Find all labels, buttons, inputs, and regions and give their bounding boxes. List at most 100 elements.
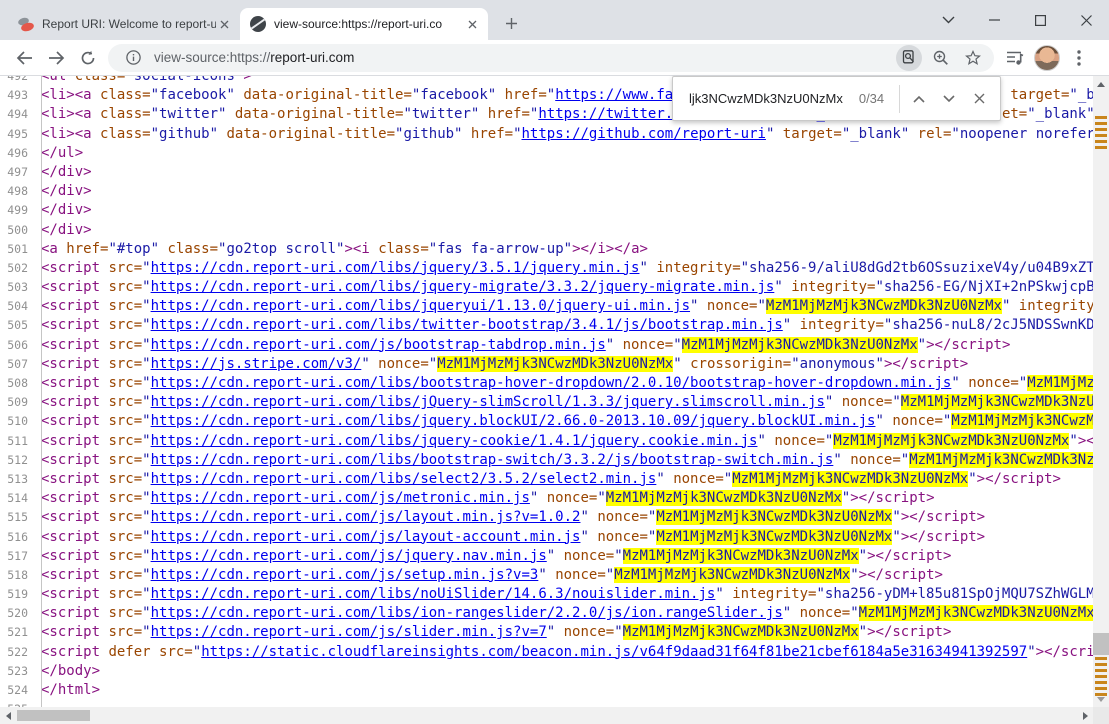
- tab-close-icon[interactable]: [464, 16, 480, 32]
- media-controls-icon[interactable]: [1002, 45, 1028, 71]
- zoom-in-icon[interactable]: [928, 45, 954, 71]
- source-link[interactable]: https://github.com/report-uri: [522, 126, 766, 142]
- code-token: nonce=: [664, 470, 724, 487]
- source-link[interactable]: https://cdn.report-uri.com/libs/ion-rang…: [151, 605, 783, 621]
- find-next-icon[interactable]: [934, 84, 964, 114]
- code-token: ></script>: [976, 470, 1061, 487]
- source-link[interactable]: https://cdn.report-uri.com/libs/bootstra…: [151, 375, 952, 391]
- url-text[interactable]: view-source:https://report-uri.com: [154, 50, 896, 65]
- code-token: ": [546, 624, 556, 641]
- new-tab-button[interactable]: [498, 10, 524, 36]
- line-text: <script src="https://cdn.report-uri.com/…: [35, 278, 1093, 297]
- code-token: target=: [774, 125, 842, 142]
- code-token: ": [1069, 432, 1078, 449]
- code-token: src=: [108, 317, 143, 334]
- code-token: src=: [108, 413, 143, 430]
- code-line: 516 <script src="https://cdn.report-uri.c…: [0, 528, 1093, 547]
- code-line: 514 <script src="https://cdn.report-uri.c…: [0, 489, 1093, 508]
- tab-title: view-source:https://report-uri.co: [274, 17, 443, 31]
- code-token: ></script>: [900, 509, 986, 526]
- code-line: 503 <script src="https://cdn.report-uri.c…: [0, 278, 1093, 297]
- line-number: 519: [7, 587, 28, 602]
- code-line: 509 <script src="https://cdn.report-uri.c…: [0, 393, 1093, 412]
- avatar[interactable]: [1034, 44, 1060, 71]
- source-link[interactable]: https://cdn.report-uri.com/libs/select2/…: [151, 471, 657, 487]
- find-close-icon[interactable]: [964, 84, 994, 114]
- source-link[interactable]: https://cdn.report-uri.com/js/layout.min…: [151, 509, 581, 525]
- reload-icon[interactable]: [72, 42, 104, 74]
- minimize-icon[interactable]: [971, 0, 1017, 40]
- code-token: ": [656, 470, 665, 487]
- code-line: 517 <script src="https://cdn.report-uri.c…: [0, 547, 1093, 566]
- code-token: ": [715, 586, 724, 603]
- bookmark-star-icon[interactable]: [960, 45, 986, 71]
- code-token: href=: [462, 125, 514, 142]
- source-link[interactable]: https://cdn.report-uri.com/libs/jquery-m…: [151, 279, 775, 295]
- source-link[interactable]: https://cdn.report-uri.com/js/layout-acc…: [151, 529, 581, 545]
- code-token: class=: [100, 106, 151, 123]
- tab-close-icon[interactable]: [216, 16, 232, 32]
- find-previous-icon[interactable]: [904, 84, 934, 114]
- code-token: ": [782, 317, 792, 334]
- line-text: <script src="https://cdn.report-uri.com/…: [35, 297, 1093, 316]
- maximize-icon[interactable]: [1017, 0, 1063, 40]
- code-line: 513 <script src="https://cdn.report-uri.c…: [0, 470, 1093, 489]
- tab-view-source[interactable]: view-source:https://report-uri.co: [240, 8, 488, 40]
- line-text: <script src="https://cdn.report-uri.com/…: [35, 528, 985, 547]
- code-token: ></script>: [867, 547, 952, 564]
- code-token: src=: [108, 547, 143, 564]
- back-icon[interactable]: [8, 42, 40, 74]
- vertical-scroll-thumb[interactable]: [1093, 633, 1109, 655]
- tab-search-chevron-icon[interactable]: [925, 0, 971, 40]
- close-icon[interactable]: [1063, 0, 1109, 40]
- scroll-right-arrow-icon[interactable]: [1077, 707, 1093, 724]
- source-link[interactable]: https://cdn.report-uri.com/js/jquery.nav…: [151, 548, 547, 564]
- code-line: 496 </ul>: [0, 144, 1093, 163]
- vertical-scrollbar[interactable]: [1093, 76, 1109, 707]
- source-link[interactable]: https://cdn.report-uri.com/js/slider.min…: [151, 624, 547, 640]
- source-link[interactable]: https://cdn.report-uri.com/libs/noUiSlid…: [151, 586, 716, 602]
- source-link[interactable]: https://static.cloudflareinsights.com/be…: [201, 644, 1027, 660]
- forward-icon[interactable]: [40, 42, 72, 74]
- scroll-down-arrow-icon[interactable]: [1093, 691, 1109, 707]
- info-icon[interactable]: [120, 45, 146, 71]
- code-token: ": [1018, 375, 1028, 391]
- find-query-input[interactable]: ljk3NCwzMDk3NzU0NzMx: [689, 91, 843, 106]
- scroll-left-arrow-icon[interactable]: [0, 707, 16, 724]
- code-token: <li><a: [41, 106, 101, 123]
- source-link[interactable]: https://cdn.report-uri.com/js/metronic.m…: [151, 490, 530, 506]
- line-text: <script src="https://cdn.report-uri.com/…: [35, 604, 1093, 623]
- source-link[interactable]: https://cdn.report-uri.com/libs/jquery/3…: [151, 260, 640, 276]
- code-token: ><i: [344, 240, 379, 257]
- code-token: ": [142, 490, 151, 507]
- line-text: <script src="https://cdn.report-uri.com/…: [35, 508, 985, 527]
- line-number: 509: [7, 395, 28, 410]
- source-link[interactable]: https://cdn.report-uri.com/libs/jquery.b…: [151, 413, 876, 429]
- code-token: src=: [108, 298, 143, 315]
- source-link[interactable]: https://cdn.report-uri.com/libs/twitter-…: [151, 317, 783, 333]
- address-bar[interactable]: view-source:https://report-uri.com: [108, 43, 994, 72]
- source-link[interactable]: https://js.stripe.com/v3/: [151, 356, 362, 372]
- source-link[interactable]: https://cdn.report-uri.com/libs/jquery-c…: [151, 433, 758, 449]
- find-match-marker: [1095, 663, 1107, 666]
- find-bar[interactable]: ljk3NCwzMDk3NzU0NzMx 0/34: [672, 76, 1001, 121]
- menu-dots-icon[interactable]: [1066, 45, 1092, 71]
- code-token: <script: [41, 566, 109, 583]
- source-link[interactable]: https://cdn.report-uri.com/libs/bootstra…: [151, 452, 834, 468]
- code-token: ></script>: [867, 624, 952, 641]
- code-token: </div>: [41, 183, 92, 200]
- tab-report-uri[interactable]: Report URI: Welcome to report-u: [8, 8, 240, 40]
- source-link[interactable]: https://cdn.report-uri.com/libs/jqueryui…: [151, 298, 690, 314]
- find-in-page-icon[interactable]: [896, 44, 922, 71]
- find-match-marker: [1095, 681, 1107, 684]
- code-token: ": [142, 547, 151, 564]
- source-link[interactable]: https://cdn.report-uri.com/js/bootstrap-…: [151, 337, 606, 353]
- source-link[interactable]: https://cdn.report-uri.com/libs/jQuery-s…: [151, 394, 825, 410]
- horizontal-scroll-thumb[interactable]: [17, 710, 90, 721]
- code-line: 511 <script src="https://cdn.report-uri.c…: [0, 432, 1093, 451]
- source-link[interactable]: https://cdn.report-uri.com/js/setup.min.…: [151, 567, 539, 583]
- horizontal-scrollbar[interactable]: [0, 707, 1093, 724]
- scroll-up-arrow-icon[interactable]: [1093, 76, 1109, 92]
- code-token: ></script>: [1077, 432, 1093, 449]
- line-text: <script src="https://cdn.report-uri.com/…: [35, 623, 951, 642]
